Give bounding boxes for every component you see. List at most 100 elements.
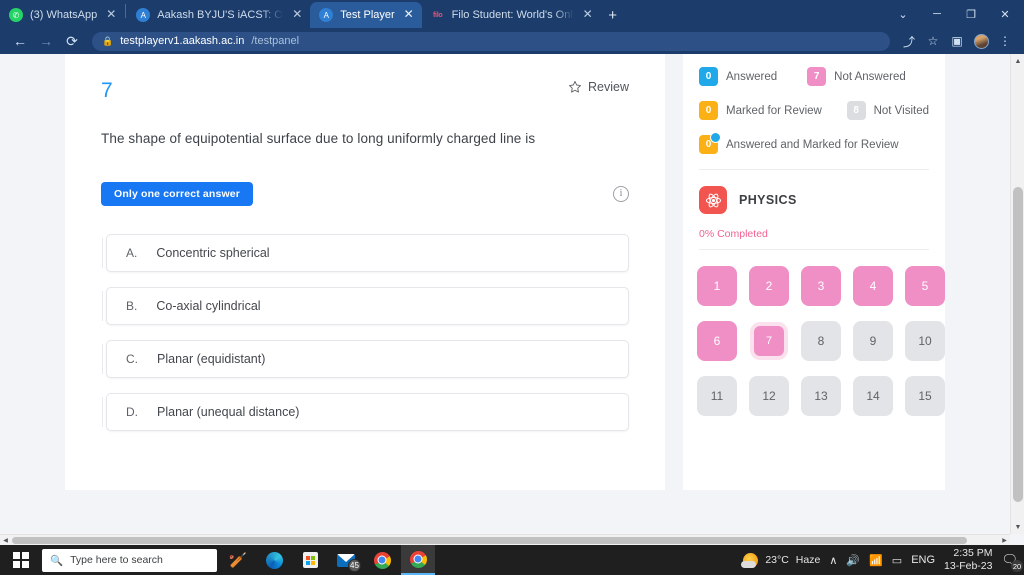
browser-tab-test-player[interactable]: A Test Player ✕ bbox=[310, 2, 422, 28]
option-c[interactable]: C. Planar (equidistant) bbox=[102, 339, 629, 378]
tab-title: Aakash BYJU'S iACST: Online Inst bbox=[157, 9, 283, 21]
option-b[interactable]: B. Co-axial cylindrical bbox=[102, 286, 629, 325]
forward-icon[interactable]: → bbox=[34, 30, 58, 52]
windows-start-icon[interactable] bbox=[0, 545, 42, 575]
horizontal-scrollbar-thumb[interactable] bbox=[12, 537, 967, 544]
back-icon[interactable]: ← bbox=[8, 30, 32, 52]
close-window-icon[interactable]: ✕ bbox=[988, 1, 1022, 27]
taskbar-clock[interactable]: 2:35 PM 13-Feb-23 bbox=[944, 547, 992, 573]
palette-question-12[interactable]: 12 bbox=[749, 376, 789, 416]
palette-question-11[interactable]: 11 bbox=[697, 376, 737, 416]
option-text: Concentric spherical bbox=[156, 245, 270, 260]
microsoft-store-icon[interactable] bbox=[293, 545, 327, 575]
option-key: D. bbox=[126, 404, 138, 419]
clock-date: 13-Feb-23 bbox=[944, 560, 993, 572]
palette-question-8[interactable]: 8 bbox=[801, 321, 841, 361]
scroll-up-icon[interactable]: ▲ bbox=[1011, 54, 1024, 68]
browser-tab-whatsapp[interactable]: ✆ (3) WhatsApp ✕ bbox=[0, 2, 124, 28]
profile-avatar-icon[interactable] bbox=[970, 30, 992, 52]
chrome-menu-icon[interactable]: ⋮ bbox=[994, 30, 1016, 52]
palette-question-7[interactable]: 7 bbox=[754, 326, 784, 356]
notification-icon[interactable]: 🗨 20 bbox=[1001, 552, 1023, 572]
vertical-scrollbar[interactable]: ▲ ▼ bbox=[1010, 54, 1024, 534]
split-screen-icon[interactable]: ▣ bbox=[946, 30, 968, 52]
mail-badge: 45 bbox=[348, 559, 361, 572]
horizontal-scrollbar[interactable]: ◀ ▶ bbox=[0, 534, 1010, 545]
close-icon[interactable]: ✕ bbox=[581, 8, 595, 22]
close-icon[interactable]: ✕ bbox=[290, 8, 304, 22]
palette-question-9[interactable]: 9 bbox=[853, 321, 893, 361]
new-tab-button[interactable]: + bbox=[601, 4, 625, 26]
taskbar-search-input[interactable]: 🔍 Type here to search bbox=[42, 548, 217, 572]
close-icon[interactable]: ✕ bbox=[402, 8, 416, 22]
browser-tab-aakash[interactable]: A Aakash BYJU'S iACST: Online Inst ✕ bbox=[127, 2, 310, 28]
status-badge: 8 bbox=[846, 101, 866, 120]
haze-sun-icon bbox=[741, 552, 759, 568]
palette-question-1[interactable]: 1 bbox=[697, 266, 737, 306]
legend-not-answered: 7 Not Answered bbox=[807, 67, 906, 86]
tab-divider bbox=[125, 4, 127, 18]
legend-label: Answered and Marked for Review bbox=[726, 138, 899, 151]
chrome-icon-active[interactable] bbox=[401, 545, 435, 575]
weather-widget[interactable]: 23°C Haze bbox=[741, 552, 820, 568]
legend-label: Answered bbox=[726, 70, 778, 83]
status-badge: 0 bbox=[699, 101, 718, 120]
lock-icon: 🔒 bbox=[102, 35, 114, 46]
status-badge: 0 bbox=[699, 132, 721, 154]
option-a[interactable]: A. Concentric spherical bbox=[102, 233, 629, 272]
address-bar[interactable]: 🔒 testplayerv1.aakash.ac.in/testpanel bbox=[92, 31, 890, 51]
answer-type-chip[interactable]: Only one correct answer bbox=[101, 181, 253, 206]
show-hidden-icons-chevron[interactable]: ∧ bbox=[829, 554, 837, 567]
palette-question-2[interactable]: 2 bbox=[749, 266, 789, 306]
battery-icon[interactable]: ▭ bbox=[892, 554, 902, 567]
scroll-down-icon[interactable]: ▼ bbox=[1011, 520, 1024, 534]
question-status-panel: 0 Answered 7 Not Answered 0 Marked for R… bbox=[683, 54, 945, 490]
palette-question-3[interactable]: 3 bbox=[801, 266, 841, 306]
close-icon[interactable]: ✕ bbox=[104, 8, 118, 22]
browser-tab-filo[interactable]: filo Filo Student: World's Only Live In … bbox=[422, 2, 601, 28]
legend-row: 0 Answered 7 Not Answered bbox=[699, 67, 929, 86]
reload-icon[interactable]: ⟳ bbox=[60, 30, 84, 52]
palette-question-5[interactable]: 5 bbox=[905, 266, 945, 306]
weather-temp: 23°C bbox=[765, 554, 789, 566]
edge-icon[interactable] bbox=[257, 545, 291, 575]
atom-icon bbox=[699, 186, 727, 214]
option-d[interactable]: D. Planar (unequal distance) bbox=[102, 392, 629, 431]
language-indicator[interactable]: ENG bbox=[911, 554, 935, 566]
mail-icon[interactable]: 45 bbox=[329, 545, 363, 575]
legend-label: Not Visited bbox=[873, 104, 929, 117]
tab-title: (3) WhatsApp bbox=[30, 9, 98, 21]
system-tray: 23°C Haze ∧ 🔊 📶 ▭ ENG 2:35 PM 13-Feb-23 … bbox=[741, 547, 1024, 573]
wifi-icon[interactable]: 📶 bbox=[869, 554, 883, 567]
tab-search-icon[interactable]: ⌄ bbox=[886, 1, 920, 27]
volume-icon[interactable]: 🔊 bbox=[846, 554, 860, 567]
info-icon[interactable]: i bbox=[613, 185, 629, 202]
scroll-left-icon[interactable]: ◀ bbox=[0, 535, 11, 545]
completion-status: 0% Completed bbox=[699, 228, 768, 240]
tab-title: Filo Student: World's Only Live In bbox=[451, 9, 574, 21]
url-path: /testpanel bbox=[251, 35, 300, 47]
chrome-icon[interactable] bbox=[365, 545, 399, 575]
legend-marked-for-review: 0 Marked for Review bbox=[699, 101, 822, 120]
palette-question-14[interactable]: 14 bbox=[853, 376, 893, 416]
option-key: B. bbox=[126, 298, 138, 313]
palette-question-13[interactable]: 13 bbox=[801, 376, 841, 416]
legend-answered: 0 Answered bbox=[699, 67, 777, 86]
test-panel-page: 7 Review The shape of equipotential surf… bbox=[0, 54, 1010, 534]
question-card: 7 Review The shape of equipotential surf… bbox=[65, 54, 665, 490]
minimize-icon[interactable]: ─ bbox=[920, 1, 954, 27]
vertical-scrollbar-thumb[interactable] bbox=[1013, 187, 1023, 502]
palette-question-15[interactable]: 15 bbox=[905, 376, 945, 416]
share-icon[interactable]: ⤴ bbox=[898, 30, 920, 52]
option-text: Planar (unequal distance) bbox=[157, 404, 300, 419]
palette-question-4[interactable]: 4 bbox=[853, 266, 893, 306]
legend-row: 0 Marked for Review 8 Not Visited bbox=[699, 101, 929, 120]
scroll-right-icon[interactable]: ▶ bbox=[999, 535, 1010, 545]
palette-question-6[interactable]: 6 bbox=[697, 321, 737, 361]
cricket-widget-icon[interactable]: 🏏 bbox=[221, 545, 255, 575]
bookmark-star-icon[interactable]: ☆ bbox=[922, 30, 944, 52]
review-button[interactable]: Review bbox=[568, 80, 629, 94]
palette-question-10[interactable]: 10 bbox=[905, 321, 945, 361]
option-key: C. bbox=[126, 351, 138, 366]
maximize-icon[interactable]: ❐ bbox=[954, 1, 988, 27]
